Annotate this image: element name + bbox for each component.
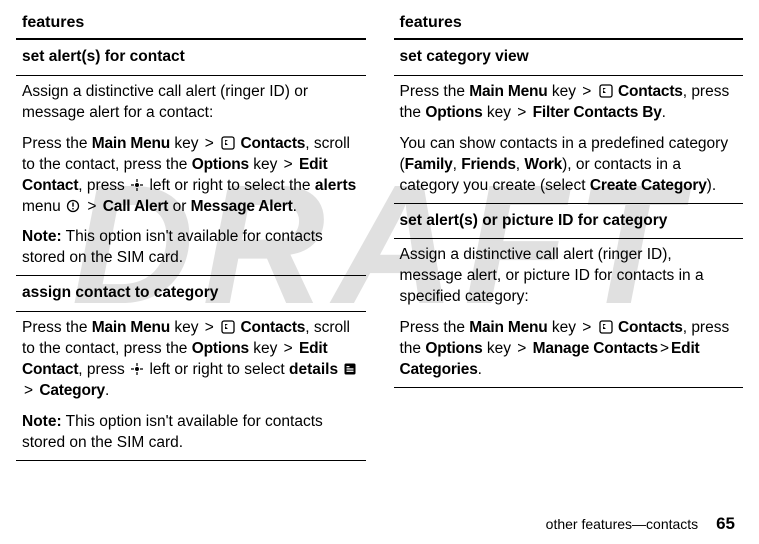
message-alert-label: Message Alert [191,198,293,215]
text-fragment: . [105,382,109,399]
text-fragment: or [168,198,190,215]
set-alerts-contact-steps: Press the Main Menu key > Contacts, scro… [22,134,360,218]
page-body: features set alert(s) for contact Assign… [0,0,759,461]
text-fragment: Press the [400,83,470,100]
main-menu-label: Main Menu [469,319,547,336]
row-set-category-view-title: set category view [394,39,744,75]
options-label: Options [192,340,249,357]
note-label: Note: [22,228,62,245]
row-set-alerts-category-title: set alert(s) or picture ID for category [394,203,744,239]
contacts-icon [599,84,613,98]
call-alert-label: Call Alert [103,198,168,215]
friends-label: Friends [461,156,516,173]
text-fragment: key [249,340,282,357]
breadcrumb-sep: > [517,340,526,357]
contacts-icon [599,320,613,334]
options-label: Options [425,340,482,357]
contacts-label: Contacts [618,319,683,336]
contacts-label: Contacts [240,135,305,152]
nav-dot-icon [130,362,144,376]
text-fragment: key [170,135,203,152]
breadcrumb-sep: > [205,135,214,152]
text-fragment: . [478,361,482,378]
features-header-left: features [16,10,366,39]
breadcrumb-sep: > [87,198,96,215]
breadcrumb-sep: > [24,382,33,399]
breadcrumb-sep: > [284,156,293,173]
text-fragment: key [483,104,516,121]
manage-contacts-label: Manage Contacts [533,340,658,357]
features-header-right: features [394,10,744,39]
nav-dot-icon [130,178,144,192]
text-fragment: Press the [22,135,92,152]
text-fragment: key [548,319,581,336]
filter-contacts-label: Filter Contacts By [533,104,662,121]
text-fragment: . [662,104,666,121]
work-label: Work [524,156,562,173]
row-set-alerts-category-body: Assign a distinctive call alert (ringer … [394,239,744,388]
set-alerts-contact-intro: Assign a distinctive call alert (ringer … [22,82,360,124]
main-menu-label: Main Menu [92,319,170,336]
text-fragment: key [548,83,581,100]
set-category-view-steps: Press the Main Menu key > Contacts, pres… [400,82,738,124]
options-label: Options [192,156,249,173]
text-fragment: key [249,156,282,173]
set-alerts-category-intro: Assign a distinctive call alert (ringer … [400,245,738,308]
contacts-icon [221,136,235,150]
set-category-view-desc: You can show contacts in a predefined ca… [400,134,738,197]
family-label: Family [405,156,453,173]
text-fragment: Press the [400,319,470,336]
details-label: details [289,361,338,378]
main-menu-label: Main Menu [92,135,170,152]
row-assign-category-title: assign contact to category [16,276,366,312]
text-fragment: ). [707,177,716,194]
category-label: Category [39,382,105,399]
contacts-icon [221,320,235,334]
text-fragment: key [483,340,516,357]
row-set-alerts-contact-title: set alert(s) for contact [16,39,366,75]
text-fragment: . [293,198,297,215]
contacts-label: Contacts [240,319,305,336]
page-footer: other features—contacts 65 [546,514,735,534]
create-category-label: Create Category [590,177,707,194]
text-fragment: , press [78,177,129,194]
text-fragment: key [170,319,203,336]
row-set-alerts-contact-body: Assign a distinctive call alert (ringer … [16,75,366,275]
text-fragment: , [453,156,462,173]
features-table-right: features set category view Press the Mai… [394,10,744,388]
text-fragment: left or right to select [149,361,289,378]
note-label: Note: [22,413,62,430]
options-label: Options [425,104,482,121]
assign-category-note: Note: This option isn't available for co… [22,412,360,454]
breadcrumb-sep: > [517,104,526,121]
set-alerts-contact-note: Note: This option isn't available for co… [22,227,360,269]
main-menu-label: Main Menu [469,83,547,100]
assign-category-steps: Press the Main Menu key > Contacts, scro… [22,318,360,402]
row-assign-category-body: Press the Main Menu key > Contacts, scro… [16,312,366,461]
alerts-label: alerts [315,177,356,194]
footer-section-text: other features—contacts [546,516,699,532]
set-alerts-category-steps: Press the Main Menu key > Contacts, pres… [400,318,738,381]
text-fragment: , press [78,361,129,378]
breadcrumb-sep: > [582,319,591,336]
right-column: features set category view Press the Mai… [394,10,744,461]
features-table-left: features set alert(s) for contact Assign… [16,10,366,461]
left-column: features set alert(s) for contact Assign… [16,10,366,461]
details-square-icon [343,362,357,376]
contacts-label: Contacts [618,83,683,100]
text-fragment: Press the [22,319,92,336]
alert-circle-icon [66,199,80,213]
note-body: This option isn't available for contacts… [22,228,323,266]
breadcrumb-sep: > [205,319,214,336]
breadcrumb-sep: > [582,83,591,100]
text-fragment: menu [22,198,65,215]
note-body: This option isn't available for contacts… [22,413,323,451]
breadcrumb-sep: > [284,340,293,357]
row-set-category-view-body: Press the Main Menu key > Contacts, pres… [394,75,744,203]
page-number: 65 [716,514,735,533]
text-fragment: left or right to select the [149,177,314,194]
breadcrumb-sep: > [660,340,669,357]
